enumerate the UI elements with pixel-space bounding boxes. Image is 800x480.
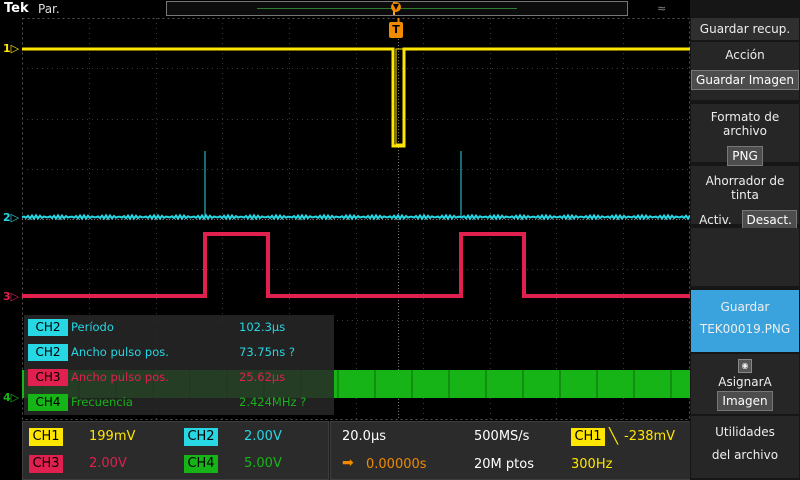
measurement-channel-badge: CH4 bbox=[28, 394, 68, 411]
record-length[interactable]: 20M ptos bbox=[474, 457, 534, 472]
horizontal-position-arrow-icon: ➡ bbox=[342, 455, 354, 471]
measurement-row[interactable]: CH3 Ancho pulso pos. 25.62µs bbox=[24, 367, 334, 389]
trigger-frequency: 300Hz bbox=[571, 457, 613, 472]
measurement-channel-badge: CH2 bbox=[28, 344, 68, 361]
guardar-filename: TEK00019.PNG bbox=[699, 322, 791, 336]
utilidades-menu-item[interactable]: Utilidades del archivo bbox=[691, 416, 799, 478]
horizontal-trigger-pane[interactable]: 20.0µs 500MS/s CH1 ╲ -238mV ➡ 0.00000s 2… bbox=[330, 421, 692, 480]
wifi-icon: ≈ bbox=[657, 2, 667, 15]
empty-menu-slot bbox=[691, 228, 799, 286]
guardar-label: Guardar bbox=[720, 300, 770, 314]
measurements-panel[interactable]: CH2 Período 102.3µs CH2 Ancho pulso pos.… bbox=[24, 315, 334, 415]
side-menu: Guardar recup. Acción Guardar Imagen For… bbox=[690, 0, 800, 480]
ahorrador-menu-item[interactable]: Ahorrador de tinta Activ. Desact. bbox=[691, 166, 799, 230]
ch4-label[interactable]: CH4 bbox=[184, 455, 218, 473]
measurement-name: Ancho pulso pos. bbox=[71, 370, 169, 384]
sample-rate[interactable]: 500MS/s bbox=[474, 429, 529, 444]
measurement-name: Período bbox=[71, 320, 114, 334]
brand-logo: Tek bbox=[4, 1, 29, 16]
accion-value[interactable]: Guardar Imagen bbox=[691, 70, 799, 90]
time-per-division[interactable]: 20.0µs bbox=[342, 429, 386, 444]
measurement-channel-badge: CH3 bbox=[28, 369, 68, 386]
ch3-label[interactable]: CH3 bbox=[29, 455, 63, 473]
ch3-trace bbox=[22, 232, 690, 298]
trigger-level[interactable]: -238mV bbox=[624, 429, 675, 444]
menu-title: Guardar recup. bbox=[691, 18, 799, 40]
guardar-button[interactable]: Guardar TEK00019.PNG bbox=[691, 290, 799, 352]
formato-value[interactable]: PNG bbox=[727, 146, 763, 166]
acquisition-mode[interactable]: Par. bbox=[38, 2, 60, 16]
measurement-row[interactable]: CH2 Ancho pulso pos. 73.75ns ? bbox=[24, 342, 334, 364]
accion-menu-item[interactable]: Acción Guardar Imagen bbox=[691, 42, 799, 100]
measurement-value: 102.3µs bbox=[239, 320, 286, 334]
measurement-row[interactable]: CH4 Frecuencia 2.424MHz ? bbox=[24, 392, 334, 414]
measurement-value: 25.62µs bbox=[239, 370, 286, 384]
ch1-trace bbox=[22, 47, 690, 148]
measurement-value: 2.424MHz ? bbox=[239, 395, 307, 409]
ch2-trace bbox=[22, 213, 690, 221]
ch1-scale[interactable]: 199mV bbox=[89, 429, 135, 444]
ch4-marker[interactable]: 4▷ bbox=[3, 391, 19, 404]
asignar-menu-item[interactable]: ◉ AsignarA Imagen bbox=[691, 354, 799, 414]
top-status-bar: Tek Par. ≈ bbox=[0, 0, 690, 18]
camera-icon: ◉ bbox=[738, 359, 752, 373]
asignar-value[interactable]: Imagen bbox=[717, 391, 773, 411]
ch4-scale[interactable]: 5.00V bbox=[244, 456, 282, 471]
measurement-value: 73.75ns ? bbox=[239, 345, 295, 359]
accion-label: Acción bbox=[725, 48, 765, 62]
formato-menu-item[interactable]: Formato de archivo PNG bbox=[691, 104, 799, 166]
trigger-position-top-marker[interactable]: ▼ bbox=[391, 2, 401, 12]
formato-label: Formato de archivo bbox=[710, 110, 780, 138]
falling-edge-icon: ╲ bbox=[609, 427, 619, 445]
ch2-scale[interactable]: 2.00V bbox=[244, 429, 282, 444]
trigger-source-label[interactable]: CH1 bbox=[571, 428, 605, 446]
ch3-marker[interactable]: 3▷ bbox=[3, 290, 19, 303]
ch2-label[interactable]: CH2 bbox=[184, 428, 218, 446]
ahorrador-off-option[interactable]: Desact. bbox=[741, 210, 797, 230]
measurement-name: Ancho pulso pos. bbox=[71, 345, 169, 359]
ch3-scale[interactable]: 2.00V bbox=[89, 456, 127, 471]
measurement-channel-badge: CH2 bbox=[28, 319, 68, 336]
asignar-label: AsignarA bbox=[718, 375, 772, 389]
horizontal-position[interactable]: 0.00000s bbox=[366, 457, 427, 472]
ahorrador-label: Ahorrador de tinta bbox=[705, 174, 785, 202]
ch2-marker[interactable]: 2▷ bbox=[3, 211, 19, 224]
measurement-name: Frecuencia bbox=[71, 395, 133, 409]
bottom-readout-bar: CH1 199mV CH2 2.00V CH3 2.00V CH4 5.00V … bbox=[22, 421, 692, 480]
trigger-position-marker[interactable]: T bbox=[389, 22, 403, 38]
ahorrador-on-option[interactable]: Activ. bbox=[693, 211, 738, 229]
record-overview-trace bbox=[257, 8, 517, 9]
ch1-label[interactable]: CH1 bbox=[29, 428, 63, 446]
ch1-marker[interactable]: 1▷ bbox=[3, 42, 19, 55]
utilidades-line1: Utilidades bbox=[715, 425, 775, 439]
utilidades-line2: del archivo bbox=[711, 448, 779, 462]
vertical-settings-pane[interactable]: CH1 199mV CH2 2.00V CH3 2.00V CH4 5.00V bbox=[22, 421, 329, 480]
measurement-row[interactable]: CH2 Período 102.3µs bbox=[24, 317, 334, 339]
